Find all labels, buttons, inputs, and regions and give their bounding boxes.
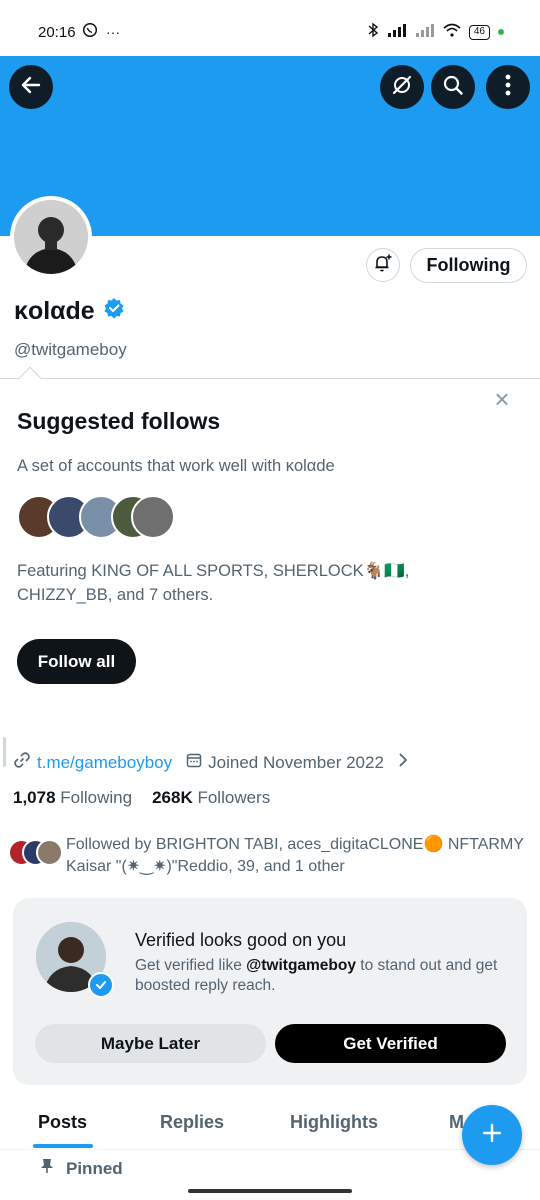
followers-stat[interactable]: 268K Followers [152, 788, 270, 808]
pinned-label: Pinned [66, 1158, 123, 1178]
status-left-icons: ··· [82, 22, 120, 41]
more-notifications-icon: ··· [106, 23, 120, 40]
close-suggestions-icon[interactable]: × [490, 386, 514, 412]
suggestions-caret [18, 366, 42, 390]
profile-avatar[interactable] [10, 196, 92, 278]
display-name-row: κolαde [14, 297, 125, 326]
privacy-dot-icon [498, 29, 504, 35]
verified-badge-icon[interactable] [103, 297, 125, 326]
followers-count: 268K [152, 788, 193, 807]
promo-description: Get verified like @twitgameboy to stand … [135, 956, 505, 996]
followers-label: Followers [197, 788, 271, 807]
more-options-button[interactable] [486, 65, 530, 109]
edge-handle [3, 737, 6, 767]
battery-icon: 46 [468, 24, 490, 40]
vertical-dots-icon [505, 74, 511, 101]
maybe-later-button[interactable]: Maybe Later [35, 1024, 266, 1063]
bluetooth-icon [367, 22, 379, 42]
compose-button[interactable] [462, 1105, 522, 1165]
joined-date: Joined November 2022 [208, 752, 384, 772]
whatsapp-icon [82, 22, 98, 41]
bell-plus-icon [373, 253, 393, 278]
profile-meta-row: t.me/gameboyboy Joined November 2022 [13, 751, 408, 774]
profile-link[interactable]: t.me/gameboyboy [37, 753, 172, 773]
suggested-featuring-text: Featuring KING OF ALL SPORTS, SHERLOCK🐐🇳… [17, 562, 410, 604]
verified-check-icon [88, 972, 114, 998]
back-button[interactable] [9, 65, 53, 109]
follow-stats: 1,078 Following 268K Followers [13, 788, 270, 808]
search-icon [442, 74, 464, 101]
suggested-follows-title: Suggested follows [17, 408, 221, 434]
tab-posts[interactable]: Posts [38, 1112, 87, 1133]
signal-2-icon [415, 23, 435, 41]
profile-tabs: Posts Replies Highlights M [0, 1104, 540, 1150]
following-count: 1,078 [13, 788, 56, 807]
status-time: 20:16 [38, 24, 76, 41]
status-right-icons: 46 [367, 22, 504, 42]
back-arrow-icon [20, 74, 42, 101]
pin-icon [40, 1158, 54, 1179]
avatar-image [14, 200, 88, 274]
link-icon [13, 751, 31, 774]
active-tab-indicator [33, 1144, 93, 1148]
verified-promo-card: Verified looks good on you Get verified … [13, 898, 527, 1085]
following-button[interactable]: Following [410, 248, 527, 283]
suggested-follows-description: A set of accounts that work well with κo… [17, 457, 335, 475]
promo-desc-prefix: Get verified like [135, 957, 247, 974]
profile-handle: @twitgameboy [14, 340, 127, 359]
signal-icon [387, 23, 407, 41]
home-indicator[interactable] [188, 1189, 352, 1193]
grok-icon [390, 73, 414, 102]
following-stat[interactable]: 1,078 Following [13, 788, 132, 808]
promo-title: Verified looks good on you [135, 930, 347, 950]
tab-replies[interactable]: Replies [160, 1112, 224, 1133]
promo-desc-handle: @twitgameboy [246, 957, 356, 974]
following-label: Following [60, 788, 133, 807]
chevron-right-icon[interactable] [398, 752, 408, 773]
wifi-icon [443, 23, 461, 41]
follow-all-button[interactable]: Follow all [17, 639, 136, 684]
divider [0, 378, 540, 379]
display-name: κolαde [14, 297, 95, 325]
pinned-label-row: Pinned [40, 1158, 123, 1179]
followed-by-avatars[interactable] [8, 839, 68, 869]
calendar-icon [186, 752, 202, 773]
tab-highlights[interactable]: Highlights [290, 1112, 378, 1133]
follower-avatar [36, 839, 63, 866]
grok-button[interactable] [380, 65, 424, 109]
suggested-avatar-stack[interactable] [17, 495, 177, 539]
followed-by-text[interactable]: Followed by BRIGHTON TABI, aces_digitaCL… [66, 834, 536, 878]
search-button[interactable] [431, 65, 475, 109]
get-verified-button[interactable]: Get Verified [275, 1024, 506, 1063]
notifications-bell-button[interactable] [366, 248, 400, 282]
plus-icon [481, 1122, 503, 1149]
status-bar: 20:16 ··· 46 [0, 0, 540, 56]
suggested-avatar [131, 495, 175, 539]
